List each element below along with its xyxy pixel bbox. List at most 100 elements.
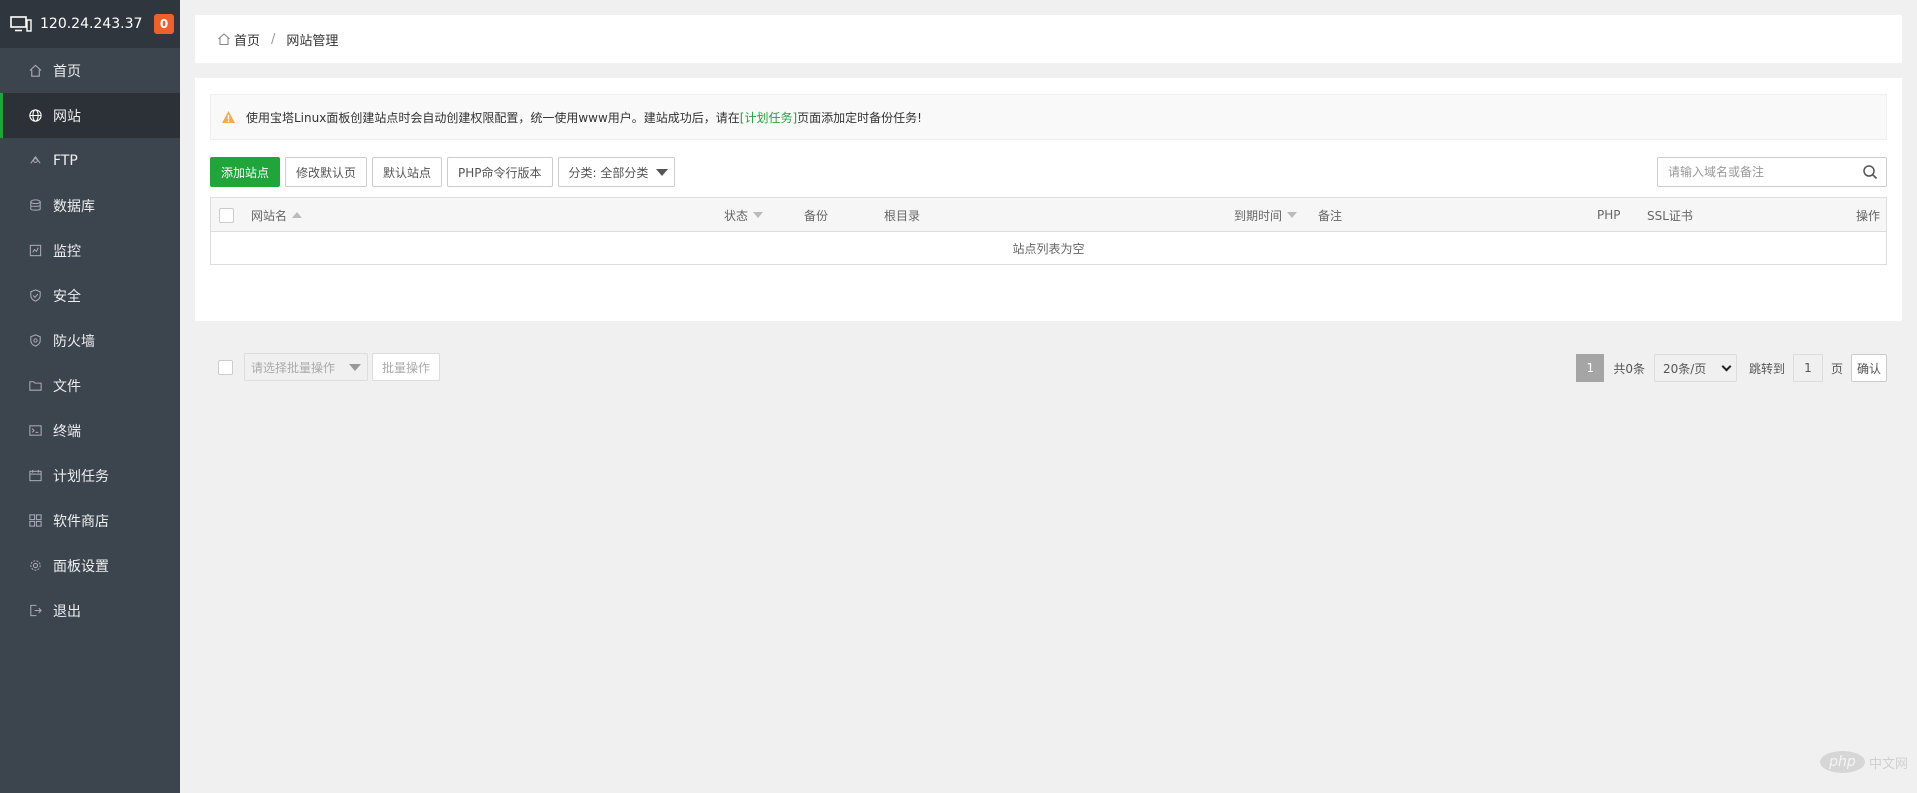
batch-select-placeholder: 请选择批量操作	[251, 360, 336, 375]
notice-banner: 使用宝塔Linux面板创建站点时会自动创建权限配置，统一使用www用户。建站成功…	[210, 94, 1887, 140]
edit-default-page-button[interactable]: 修改默认页	[285, 157, 368, 187]
sidebar-item-security[interactable]: 安全	[0, 273, 180, 318]
sidebar-item-label: 面板设置	[53, 558, 109, 575]
sidebar-item-website[interactable]: 网站	[0, 93, 180, 138]
sidebar-item-label: 监控	[53, 243, 81, 260]
breadcrumb-current: 网站管理	[286, 33, 339, 49]
sidebar-item-label: FTP	[53, 152, 78, 169]
site-panel: 使用宝塔Linux面板创建站点时会自动创建权限配置，统一使用www用户。建站成功…	[195, 78, 1902, 382]
sidebar-item-cron[interactable]: 计划任务	[0, 453, 180, 498]
col-ssl: SSL证书	[1647, 208, 1693, 223]
site-table: 网站名 状态 备份 根目录 到期时间 备注 PHP SSL证书 操作 站点列表为…	[210, 197, 1887, 265]
table-header: 网站名 状态 备份 根目录 到期时间 备注 PHP SSL证书 操作	[211, 198, 1886, 232]
sidebar-item-home[interactable]: 首页	[0, 48, 180, 93]
logout-icon	[27, 603, 43, 619]
search-box	[1657, 157, 1887, 187]
folder-icon	[27, 378, 43, 394]
page-size-select[interactable]: 20条/页	[1653, 354, 1737, 382]
col-backup: 备份	[804, 208, 829, 223]
col-label: 状态	[724, 208, 749, 223]
col-expire[interactable]: 到期时间	[1234, 198, 1298, 232]
apps-grid-icon	[27, 513, 43, 529]
sort-desc-icon	[753, 212, 764, 218]
pagination: 1 共0条 20条/页 跳转到 1 页 确认	[1576, 353, 1887, 383]
footer-select-all-checkbox[interactable]	[218, 360, 233, 375]
table-empty-message: 站点列表为空	[1012, 241, 1085, 256]
home-icon[interactable]	[217, 32, 231, 46]
sidebar-item-label: 软件商店	[53, 513, 109, 530]
col-php: PHP	[1597, 208, 1621, 222]
shield-icon	[27, 288, 43, 304]
server-header: 120.24.243.37 0	[0, 0, 180, 48]
breadcrumb-separator: /	[271, 31, 276, 47]
sidebar-item-database[interactable]: 数据库	[0, 183, 180, 228]
watermark-text: 中文网	[1868, 756, 1908, 772]
sidebar-item-monitor[interactable]: 监控	[0, 228, 180, 273]
sidebar-item-firewall[interactable]: 防火墙	[0, 318, 180, 363]
sidebar-item-ftp[interactable]: FTP	[0, 138, 180, 183]
sidebar: 120.24.243.37 0 首页 网站 FTP 数据库 监控 安全 防火墙 …	[0, 0, 180, 793]
page-size-value: 20条/页	[1662, 361, 1707, 376]
table-footer: 请选择批量操作 批量操作 1 共0条 20条/页 跳转到 1 页 确认	[210, 353, 1887, 383]
monitor-icon	[10, 16, 32, 32]
globe-icon	[27, 108, 43, 124]
batch-action-select[interactable]: 请选择批量操作	[244, 353, 368, 381]
total-count: 共0条	[1613, 361, 1645, 376]
page-unit-label: 页	[1830, 361, 1843, 376]
breadcrumb: 首页 / 网站管理	[195, 15, 1902, 63]
sidebar-menu: 首页 网站 FTP 数据库 监控 安全 防火墙 文件 终端 计划任务 软件商店 …	[0, 48, 180, 633]
jump-page-input[interactable]: 1	[1792, 354, 1823, 382]
current-page[interactable]: 1	[1576, 354, 1605, 382]
add-site-button[interactable]: 添加站点	[210, 157, 281, 187]
notice-cron-link[interactable]: [计划任务]	[740, 109, 797, 126]
calendar-icon	[27, 468, 43, 484]
sidebar-item-label: 计划任务	[53, 468, 109, 485]
warning-icon	[222, 111, 235, 123]
sidebar-item-terminal[interactable]: 终端	[0, 408, 180, 453]
toolbar: 添加站点 修改默认页 默认站点 PHP命令行版本 分类: 全部分类	[210, 157, 676, 187]
caret-down-icon	[349, 363, 361, 371]
notification-badge[interactable]: 0	[154, 14, 174, 34]
search-icon[interactable]	[1862, 164, 1878, 180]
sidebar-item-label: 数据库	[53, 198, 95, 215]
sidebar-item-label: 文件	[53, 378, 81, 395]
category-select[interactable]: 分类: 全部分类	[557, 157, 676, 187]
col-label: 网站名	[251, 208, 288, 223]
col-remark: 备注	[1318, 208, 1343, 223]
php-cli-version-button[interactable]: PHP命令行版本	[447, 157, 553, 187]
sidebar-item-label: 防火墙	[53, 333, 95, 350]
sidebar-item-files[interactable]: 文件	[0, 363, 180, 408]
sidebar-item-label: 安全	[53, 288, 81, 305]
col-actions: 操作	[1855, 208, 1880, 223]
firewall-icon	[27, 333, 43, 349]
database-icon	[27, 198, 43, 214]
ftp-icon	[27, 153, 43, 169]
select-all-checkbox[interactable]	[219, 207, 234, 223]
gear-icon	[27, 558, 43, 574]
category-select-value: 分类: 全部分类	[568, 165, 649, 180]
jump-confirm-button[interactable]: 确认	[1850, 354, 1887, 382]
search-input[interactable]	[1668, 165, 1862, 179]
terminal-icon	[27, 423, 43, 439]
sort-desc-icon	[1287, 212, 1298, 218]
batch-action-button[interactable]: 批量操作	[372, 353, 441, 381]
notice-text-before: 使用宝塔Linux面板创建站点时会自动创建权限配置，统一使用www用户。建站成功…	[246, 110, 740, 125]
notice-text-after: 页面添加定时备份任务!	[797, 110, 922, 125]
chevron-down-icon	[1721, 361, 1732, 372]
col-site-name[interactable]: 网站名	[251, 198, 303, 232]
monitor-chart-icon	[27, 243, 43, 259]
col-root-dir: 根目录	[884, 208, 921, 223]
default-site-button[interactable]: 默认站点	[372, 157, 443, 187]
select-all-cell	[219, 198, 234, 232]
sort-asc-icon	[292, 212, 303, 218]
breadcrumb-home[interactable]: 首页	[234, 30, 260, 49]
col-status[interactable]: 状态	[724, 198, 764, 232]
col-label: 到期时间	[1234, 208, 1283, 223]
server-ip: 120.24.243.37	[40, 16, 143, 32]
caret-down-icon	[656, 168, 669, 176]
jump-label: 跳转到	[1748, 361, 1785, 376]
sidebar-item-settings[interactable]: 面板设置	[0, 543, 180, 588]
sidebar-item-store[interactable]: 软件商店	[0, 498, 180, 543]
sidebar-item-logout[interactable]: 退出	[0, 588, 180, 633]
sidebar-item-label: 终端	[53, 423, 81, 440]
